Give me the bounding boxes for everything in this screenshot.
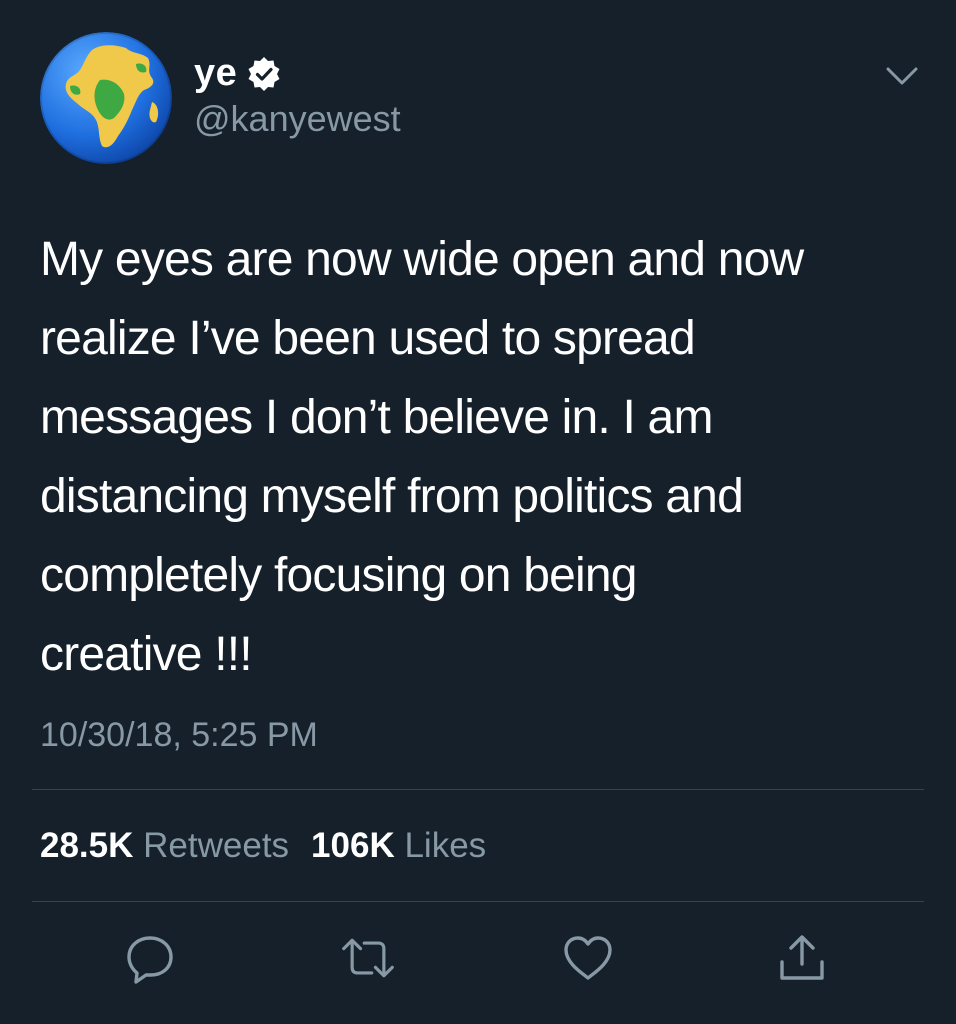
reply-button[interactable]: [122, 930, 178, 986]
user-handle[interactable]: @kanyewest: [194, 98, 401, 140]
likes-stat[interactable]: 106K Likes: [311, 826, 486, 866]
chevron-down-icon[interactable]: [882, 62, 922, 90]
share-button[interactable]: [774, 930, 830, 986]
retweets-count: 28.5K: [40, 826, 134, 865]
share-icon: [780, 935, 824, 980]
retweets-label: Retweets: [143, 826, 290, 865]
retweet-icon: [342, 938, 394, 978]
retweets-stat[interactable]: 28.5K Retweets: [40, 826, 289, 866]
divider: [32, 901, 924, 902]
likes-count: 106K: [311, 826, 395, 865]
tweet-stats: 28.5K Retweets 106K Likes: [40, 826, 508, 866]
name-row: ye: [194, 52, 281, 95]
verified-badge-icon: [247, 56, 281, 91]
tweet-text: My eyes are now wide open and now realiz…: [40, 233, 804, 681]
divider: [32, 789, 924, 790]
action-bar: [0, 930, 956, 986]
likes-label: Likes: [404, 826, 487, 865]
heart-icon: [564, 936, 612, 980]
avatar[interactable]: [40, 32, 172, 164]
retweet-button[interactable]: [340, 930, 396, 986]
like-button[interactable]: [560, 930, 616, 986]
reply-icon: [127, 936, 173, 984]
globe-icon: [40, 32, 172, 164]
display-name[interactable]: ye: [194, 52, 237, 95]
tweet-timestamp[interactable]: 10/30/18, 5:25 PM: [40, 716, 318, 755]
tweet-card: ye @kanyewest My eyes are now wide open …: [0, 0, 956, 1024]
